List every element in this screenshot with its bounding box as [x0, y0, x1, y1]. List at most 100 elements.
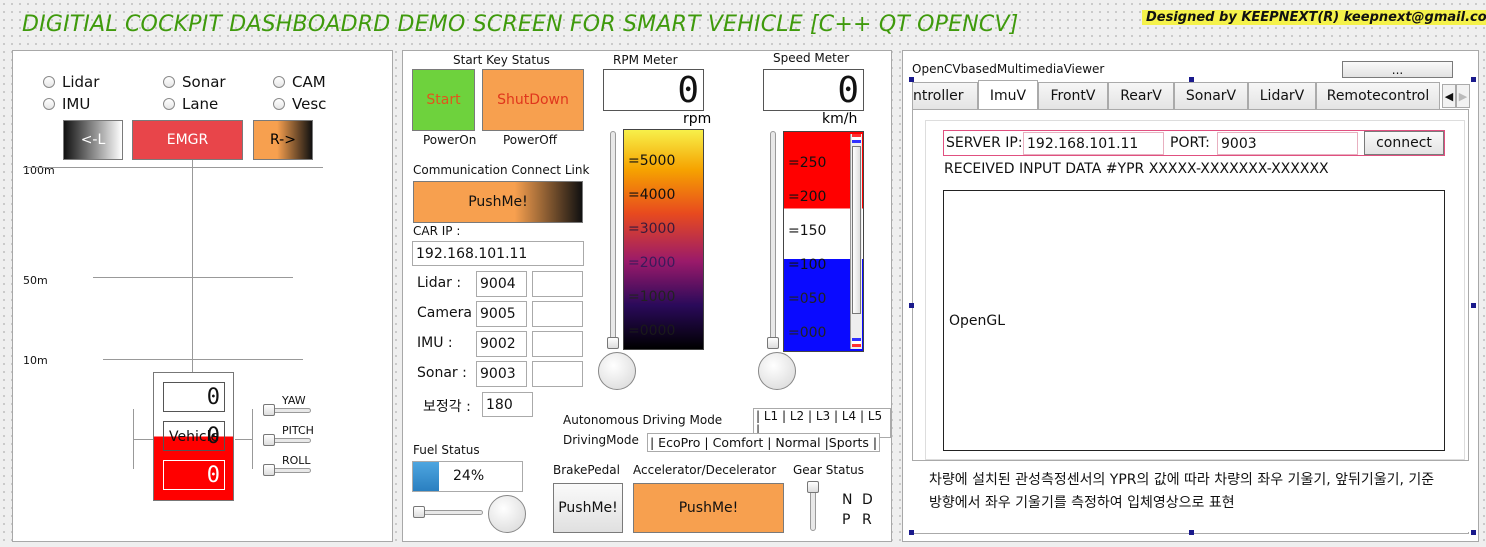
selection-handle: [909, 77, 914, 82]
gear-slider-handle[interactable]: [807, 481, 819, 493]
power-on-label: PowerOn: [423, 133, 477, 147]
pitch-slider-handle[interactable]: [263, 434, 275, 446]
speed-scale-200: =200: [788, 189, 827, 205]
speed-scroll-down-icon[interactable]: [852, 338, 861, 347]
tab-scroll-right-icon[interactable]: ▶: [1456, 84, 1470, 108]
fuel-status-label: Fuel Status: [413, 443, 480, 457]
yaw-label: YAW: [282, 394, 306, 407]
fuel-slider[interactable]: [417, 510, 483, 515]
speed-slider-handle[interactable]: [767, 337, 779, 349]
car-ip-label: CAR IP :: [413, 224, 461, 238]
radio-circle[interactable]: [43, 76, 55, 88]
speed-scrollbar[interactable]: [850, 134, 862, 349]
vehicle-lcd-top: 0: [163, 382, 225, 412]
viewer-menu-button[interactable]: ...: [1342, 61, 1453, 78]
rpm-scale-3000: =3000: [628, 221, 676, 237]
yaw-slider-handle[interactable]: [263, 404, 275, 416]
gear-r: R: [862, 512, 872, 528]
selection-handle: [1189, 530, 1194, 535]
left-turn-button[interactable]: <-L: [63, 120, 123, 160]
server-ip-field[interactable]: 192.168.101.11: [1023, 132, 1164, 155]
selection-handle: [1471, 303, 1476, 308]
connect-button[interactable]: connect: [1364, 131, 1444, 155]
imu-port-field[interactable]: 9002: [476, 331, 527, 357]
vehicle-lcd-middle: 0: [163, 421, 225, 451]
speed-unit: km/h: [822, 111, 858, 127]
brake-pedal-button[interactable]: PushMe!: [553, 483, 623, 533]
radio-lane[interactable]: Lane: [163, 95, 218, 113]
port-label: PORT:: [1170, 135, 1210, 151]
camera-port-field[interactable]: 9005: [476, 301, 527, 327]
tab-rearv[interactable]: RearV: [1108, 82, 1174, 109]
radio-lidar[interactable]: Lidar: [43, 73, 99, 91]
speed-scroll-up-icon[interactable]: [852, 134, 861, 143]
correction-angle-field[interactable]: 180: [482, 392, 533, 417]
tab-frontv[interactable]: FrontV: [1038, 82, 1108, 109]
rpm-knob[interactable]: [598, 352, 636, 390]
start-button[interactable]: Start: [412, 69, 475, 131]
roll-slider-handle[interactable]: [263, 464, 275, 476]
distance-line-50m: [93, 277, 293, 278]
lidar-status-field[interactable]: [532, 271, 583, 297]
vehicle-lcd-bottom: 0: [163, 460, 225, 490]
radio-circle[interactable]: [273, 98, 285, 110]
opengl-view: [943, 190, 1445, 451]
radio-sonar[interactable]: Sonar: [163, 73, 226, 91]
right-turn-button[interactable]: R->: [253, 120, 313, 160]
lidar-port-label: Lidar :: [417, 275, 462, 291]
radio-circle[interactable]: [163, 98, 175, 110]
radio-vesc-label: Vesc: [292, 95, 327, 113]
vehicle-side-line-left: [133, 439, 153, 440]
speed-scale-050: =050: [788, 291, 827, 307]
rpm-slider[interactable]: [610, 131, 616, 343]
speed-slider[interactable]: [770, 131, 776, 343]
rpm-scale-2000: =2000: [628, 255, 676, 271]
description-line-2: 방향에서 좌우 기울기를 측정하여 입체영상으로 표현: [929, 495, 1235, 511]
radio-circle[interactable]: [273, 76, 285, 88]
accelerator-button[interactable]: PushMe!: [633, 483, 784, 533]
car-ip-field[interactable]: 192.168.101.11: [412, 241, 584, 266]
emergency-button[interactable]: EMGR: [132, 120, 243, 160]
rpm-slider-handle[interactable]: [607, 337, 619, 349]
fuel-progress-fill: [413, 462, 440, 491]
distance-label-50m: 50m: [23, 274, 48, 287]
fuel-knob[interactable]: [488, 495, 526, 533]
fuel-progress-bar: 24%: [412, 461, 523, 492]
tab-sonarv[interactable]: SonarV: [1174, 82, 1248, 109]
rpm-scale-0000: =0000: [628, 323, 676, 339]
fuel-slider-handle[interactable]: [413, 506, 425, 518]
speed-scale-100: =100: [788, 257, 827, 273]
tab-remotecontroller-partial[interactable]: ntroller: [912, 82, 978, 109]
selection-handle: [909, 530, 914, 535]
received-data-text: RECEIVED INPUT DATA #YPR XXXXX-XXXXXXX-X…: [944, 161, 1329, 177]
tab-scroll-left-icon[interactable]: ◀: [1442, 84, 1456, 108]
tab-imuv[interactable]: ImuV: [978, 80, 1038, 110]
imu-status-field[interactable]: [532, 331, 583, 357]
driving-mode-selector[interactable]: | EcoPro | Comfort | Normal |Sports |: [647, 433, 881, 452]
lidar-port-field[interactable]: 9004: [476, 271, 527, 297]
fuel-progress-text: 24%: [453, 468, 485, 484]
radio-circle[interactable]: [163, 76, 175, 88]
comm-link-button[interactable]: PushMe!: [413, 181, 583, 223]
tab-remotecontrol[interactable]: Remotecontrol: [1316, 82, 1440, 109]
speed-knob[interactable]: [758, 352, 796, 390]
description-line-1: 차량에 설치된 관성측정센서의 YPR의 값에 따라 차량의 좌우 기울기, 앞…: [929, 472, 1435, 488]
sonar-port-field[interactable]: 9003: [476, 361, 527, 387]
radio-imu[interactable]: IMU: [43, 95, 90, 113]
camera-status-field[interactable]: [532, 301, 583, 327]
shutdown-button[interactable]: ShutDown: [482, 69, 584, 131]
radio-circle[interactable]: [43, 98, 55, 110]
sonar-status-field[interactable]: [532, 361, 583, 387]
gear-n: N: [842, 492, 853, 508]
sonar-port-label: Sonar :: [417, 365, 467, 381]
autonomous-mode-label: Autonomous Driving Mode: [563, 413, 723, 427]
radio-vesc[interactable]: Vesc: [273, 95, 326, 113]
port-field[interactable]: 9003: [1217, 132, 1358, 155]
gear-status-label: Gear Status: [793, 463, 865, 477]
speed-scrollbar-thumb[interactable]: [852, 146, 861, 314]
tab-lidarv[interactable]: LidarV: [1248, 82, 1316, 109]
gear-d: D: [862, 492, 873, 508]
distance-label-100m: 100m: [23, 164, 55, 177]
radio-cam[interactable]: CAM: [273, 73, 326, 91]
viewer-title: OpenCVbasedMultimediaViewer: [912, 62, 1105, 76]
